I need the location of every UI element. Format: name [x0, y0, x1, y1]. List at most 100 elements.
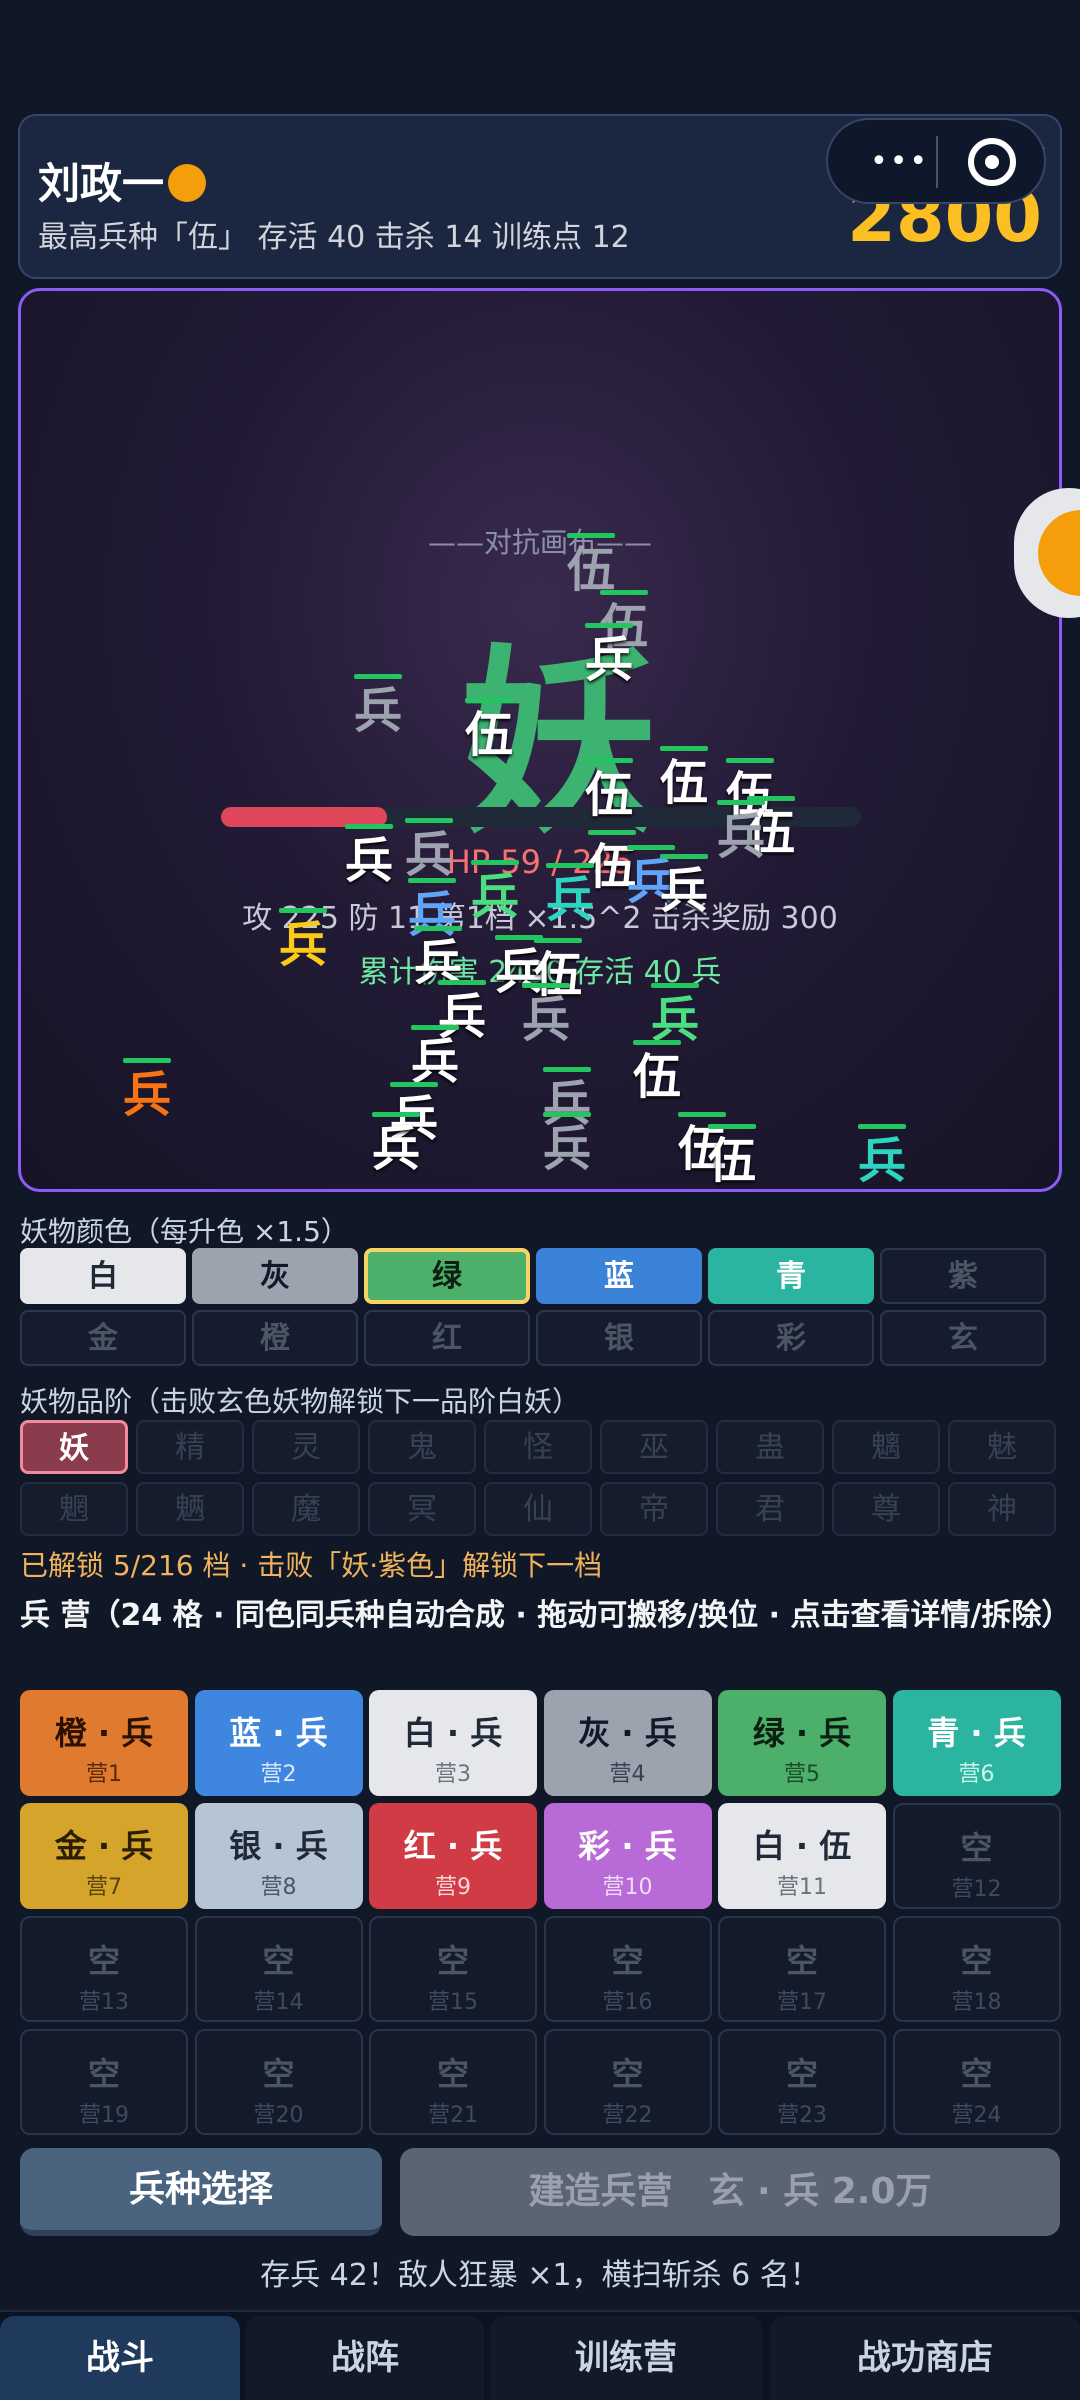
- color-option-12[interactable]: 玄: [880, 1310, 1046, 1366]
- color-option-9[interactable]: 红: [364, 1310, 530, 1366]
- unit-glyph: 兵: [278, 917, 327, 973]
- grade-option-5[interactable]: 怪: [484, 1420, 592, 1474]
- barracks-slot[interactable]: 蓝 · 兵营2: [194, 1690, 363, 1796]
- unit-hp-bar: [717, 800, 765, 805]
- barracks-slot[interactable]: 空营23: [718, 2029, 886, 2135]
- unit-glyph: 兵: [521, 992, 570, 1048]
- unit-select-button[interactable]: 兵种选择: [20, 2148, 382, 2236]
- unit-hp-bar: [390, 1082, 438, 1087]
- barracks-slot[interactable]: 空营19: [20, 2029, 188, 2135]
- grade-section-label: 妖物品阶（击败玄色妖物解锁下一品阶白妖）: [20, 1385, 581, 1418]
- unit-hp-bar: [585, 623, 633, 628]
- battle-unit: 兵: [339, 824, 399, 890]
- grade-option-2[interactable]: 精: [136, 1420, 244, 1474]
- more-menu-icon[interactable]: •••: [870, 144, 929, 179]
- grade-option-16[interactable]: 君: [716, 1482, 824, 1536]
- unit-glyph: 伍: [707, 1133, 756, 1189]
- barracks-slot[interactable]: 红 · 兵营9: [369, 1803, 537, 1909]
- unit-hp-bar: [414, 926, 462, 931]
- barracks-slot[interactable]: 白 · 伍营11: [718, 1803, 886, 1909]
- grade-option-12[interactable]: 魔: [252, 1482, 360, 1536]
- color-option-1[interactable]: 白: [20, 1248, 186, 1304]
- color-option-10[interactable]: 银: [536, 1310, 702, 1366]
- unit-glyph: 伍: [659, 755, 708, 811]
- slot-number: 营14: [253, 1990, 304, 2015]
- barracks-slot[interactable]: 空营12: [892, 1803, 1061, 1909]
- grade-option-4[interactable]: 鬼: [368, 1420, 476, 1474]
- barracks-slot[interactable]: 空营14: [194, 1916, 363, 2022]
- grade-option-1[interactable]: 妖: [20, 1420, 128, 1474]
- grade-option-10[interactable]: 魍: [20, 1482, 128, 1536]
- close-target-icon[interactable]: [968, 138, 1016, 186]
- grade-option-6[interactable]: 巫: [600, 1420, 708, 1474]
- nav-tab-3[interactable]: 训练营: [490, 2316, 762, 2400]
- color-option-3[interactable]: 绿: [364, 1248, 530, 1304]
- battle-unit: 兵: [654, 854, 714, 920]
- grade-option-13[interactable]: 冥: [368, 1482, 476, 1536]
- barracks-slot[interactable]: 空营22: [543, 2029, 712, 2135]
- slot-title: 灰 · 兵: [578, 1714, 677, 1752]
- battle-unit: 兵: [711, 800, 771, 866]
- barracks-slot[interactable]: 金 · 兵营7: [20, 1803, 188, 1909]
- grade-option-11[interactable]: 魉: [136, 1482, 244, 1536]
- barracks-slot[interactable]: 空营16: [543, 1916, 712, 2022]
- battle-canvas[interactable]: ——对抗画布—— 妖 HP 59 / 225 攻 225 防 11 第1档 ×1…: [18, 288, 1062, 1192]
- color-option-7[interactable]: 金: [20, 1310, 186, 1366]
- barracks-slot[interactable]: 空营15: [369, 1916, 537, 2022]
- barracks-slot[interactable]: 青 · 兵营6: [892, 1690, 1061, 1796]
- unit-glyph: 兵: [404, 827, 453, 883]
- status-message: 存兵 42！敌人狂暴 ×1，横扫斩杀 6 名！: [260, 2258, 820, 2293]
- slot-title: 空: [436, 1942, 469, 1980]
- barracks-slot[interactable]: 绿 · 兵营5: [718, 1690, 886, 1796]
- battle-unit: 兵: [273, 908, 333, 974]
- color-option-11[interactable]: 彩: [708, 1310, 874, 1366]
- nav-tab-1[interactable]: 战斗: [0, 2316, 240, 2400]
- grade-option-18[interactable]: 神: [948, 1482, 1056, 1536]
- barracks-slot[interactable]: 空营17: [718, 1916, 886, 2022]
- unit-hp-bar: [633, 1040, 681, 1045]
- barracks-slot[interactable]: 空营18: [892, 1916, 1061, 2022]
- slot-title: 空: [87, 1942, 120, 1980]
- slot-number: 营15: [428, 1990, 478, 2015]
- slot-number: 营19: [79, 2103, 129, 2128]
- nav-tab-4[interactable]: 战功商店: [770, 2316, 1080, 2400]
- slot-number: 营22: [602, 2103, 653, 2128]
- build-barracks-button[interactable]: 建造兵营 玄 · 兵 2.0万: [400, 2148, 1060, 2236]
- grade-option-14[interactable]: 仙: [484, 1482, 592, 1536]
- slot-number: 营7: [86, 1875, 122, 1900]
- barracks-slot[interactable]: 银 · 兵营8: [194, 1803, 363, 1909]
- battle-unit: 伍: [702, 1124, 762, 1189]
- slot-title: 蓝 · 兵: [229, 1714, 328, 1752]
- grade-option-7[interactable]: 蛊: [716, 1420, 824, 1474]
- battle-unit: 兵: [348, 674, 408, 740]
- unit-hp-bar: [345, 824, 393, 829]
- color-option-8[interactable]: 橙: [192, 1310, 358, 1366]
- barracks-slot[interactable]: 空营21: [369, 2029, 537, 2135]
- slot-title: 红 · 兵: [403, 1827, 503, 1865]
- grade-option-9[interactable]: 魅: [948, 1420, 1056, 1474]
- grade-option-15[interactable]: 帝: [600, 1482, 708, 1536]
- battle-unit: 兵: [465, 860, 525, 926]
- unit-hp-bar: [543, 1067, 591, 1072]
- barracks-slot[interactable]: 空营20: [194, 2029, 363, 2135]
- grade-option-17[interactable]: 尊: [832, 1482, 940, 1536]
- barracks-slot[interactable]: 白 · 兵营3: [369, 1690, 537, 1796]
- unit-glyph: 兵: [122, 1067, 171, 1123]
- nav-tab-2[interactable]: 战阵: [246, 2316, 484, 2400]
- barracks-slot[interactable]: 彩 · 兵营10: [543, 1803, 712, 1909]
- unit-hp-bar: [354, 674, 402, 679]
- unit-hp-bar: [543, 1112, 591, 1117]
- barracks-slot[interactable]: 橙 · 兵营1: [20, 1690, 188, 1796]
- color-option-2[interactable]: 灰: [192, 1248, 358, 1304]
- barracks-slot[interactable]: 灰 · 兵营4: [543, 1690, 712, 1796]
- barracks-slot[interactable]: 空营13: [20, 1916, 188, 2022]
- color-option-5[interactable]: 青: [708, 1248, 874, 1304]
- barracks-slot[interactable]: 空营24: [892, 2029, 1061, 2135]
- slot-title: 空: [960, 1942, 993, 1980]
- unit-hp-bar: [627, 845, 675, 850]
- slot-number: 营10: [602, 1875, 653, 1900]
- color-option-4[interactable]: 蓝: [536, 1248, 702, 1304]
- grade-option-8[interactable]: 魑: [832, 1420, 940, 1474]
- grade-option-3[interactable]: 灵: [252, 1420, 360, 1474]
- color-option-6[interactable]: 紫: [880, 1248, 1046, 1304]
